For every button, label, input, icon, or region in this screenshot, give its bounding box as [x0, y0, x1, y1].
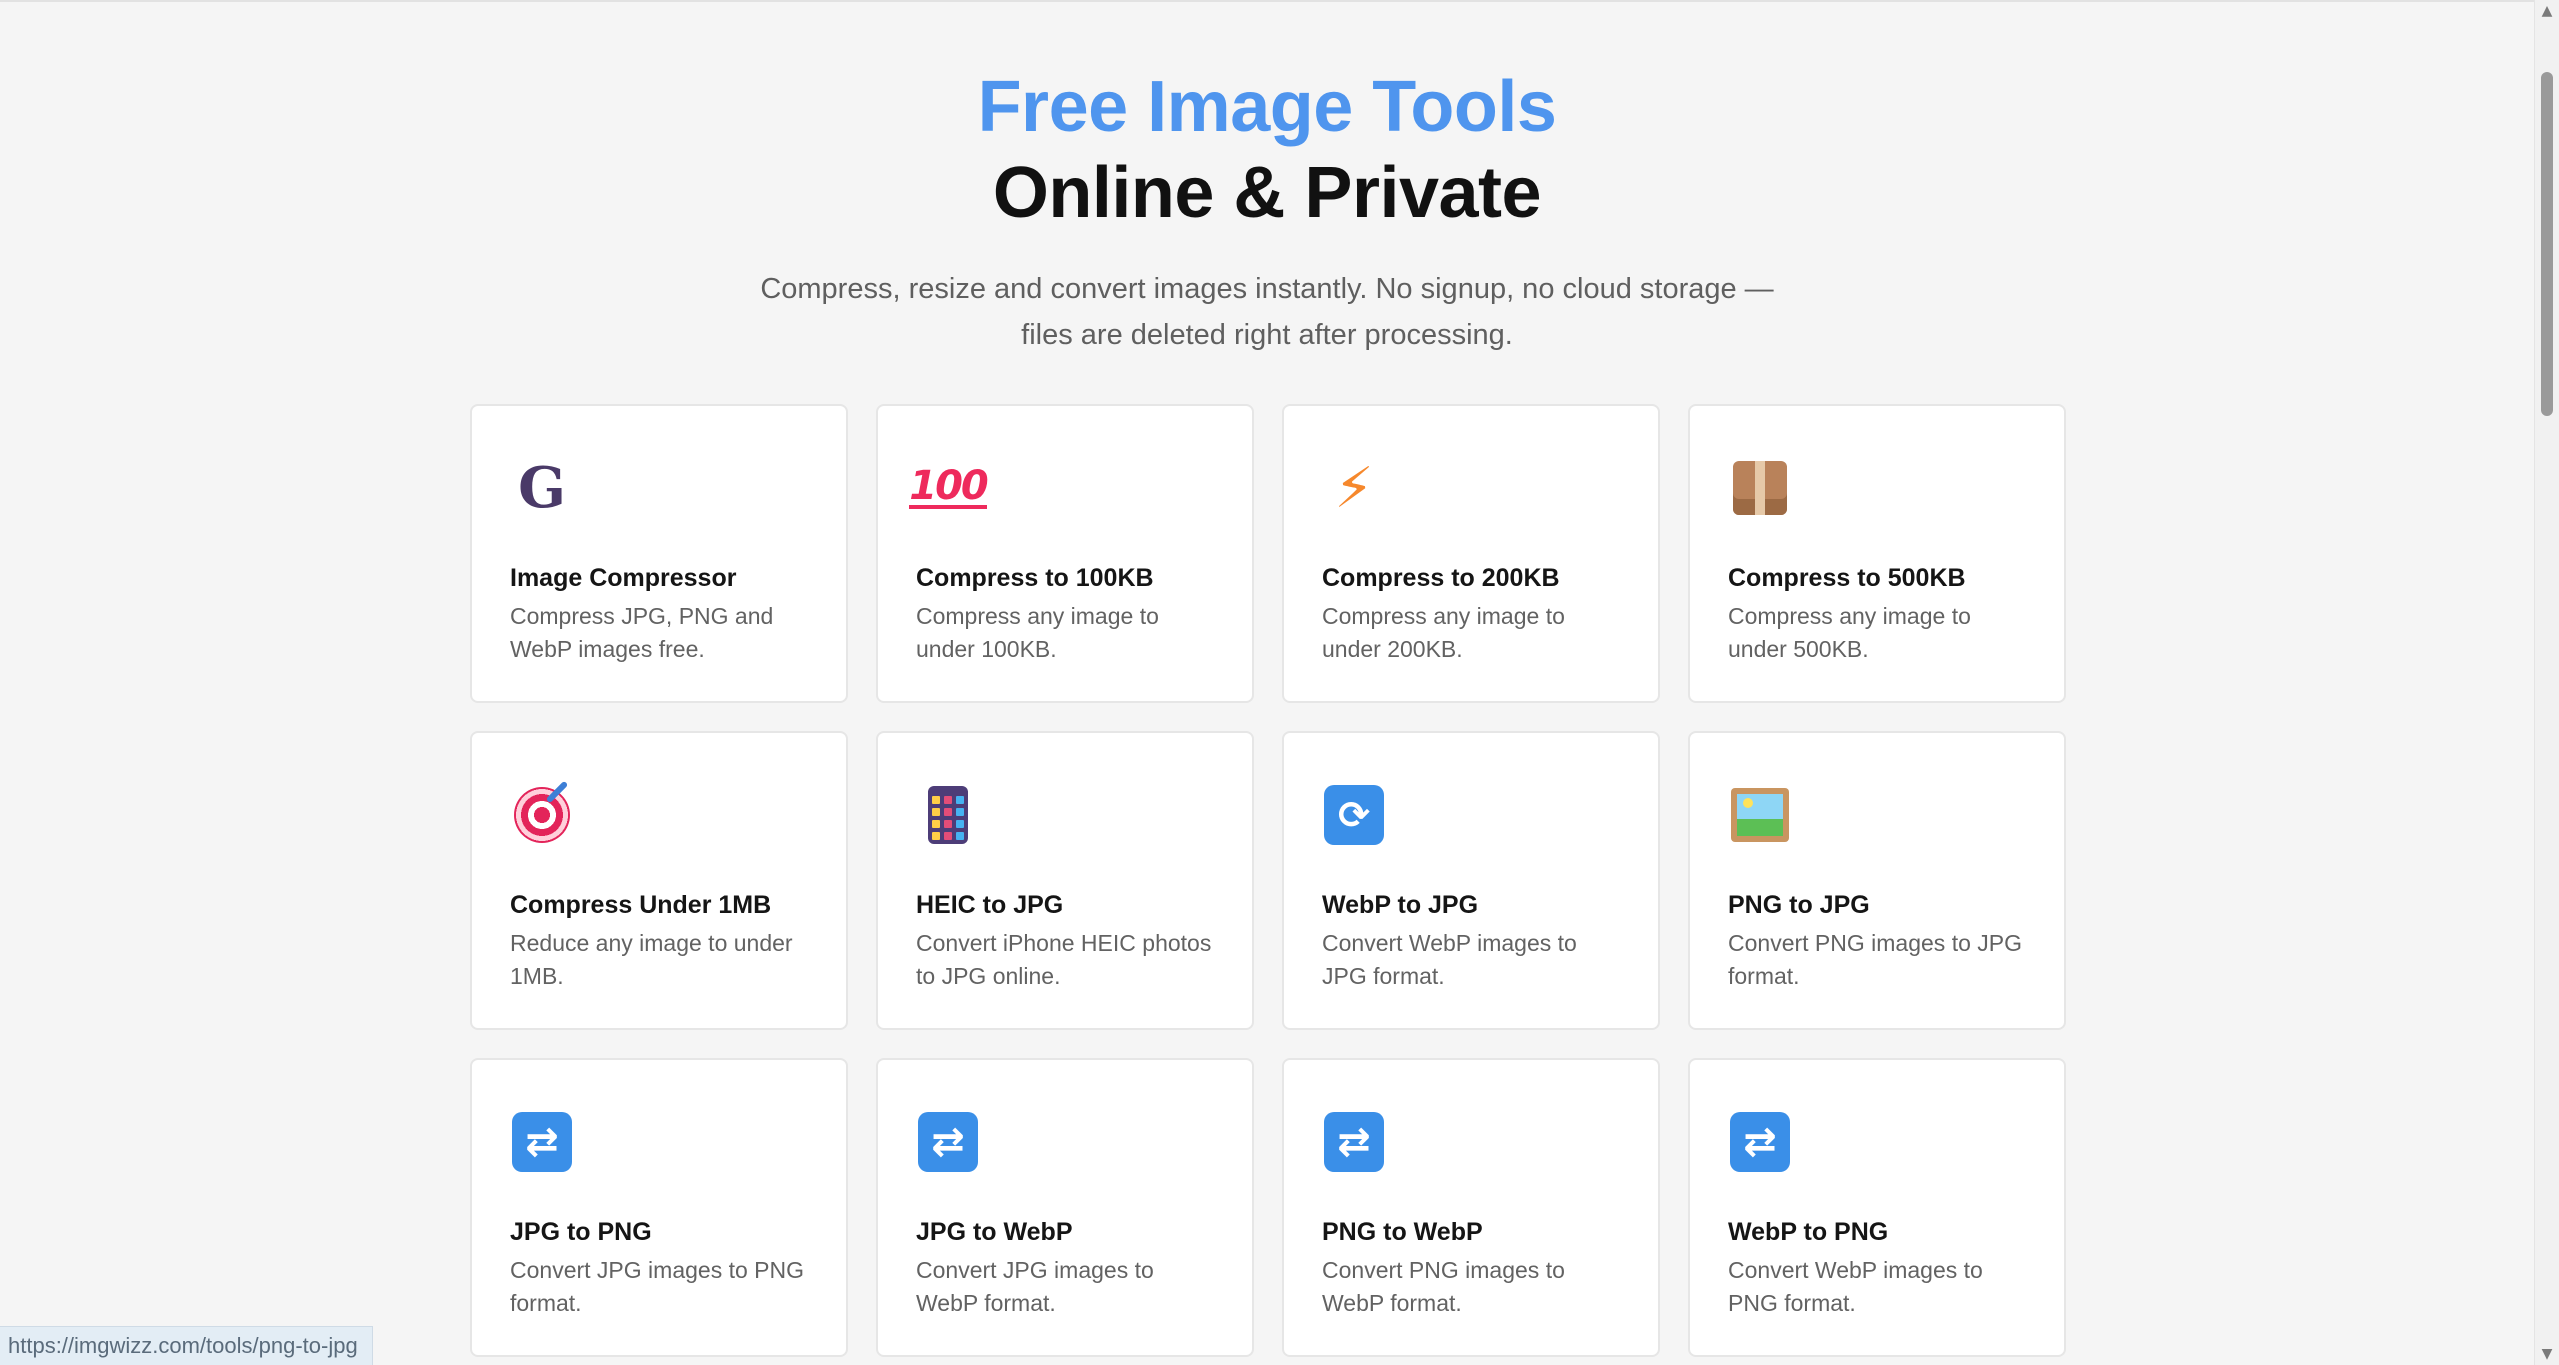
tool-card-image-compressor[interactable]: G Image Compressor Compress JPG, PNG and…: [470, 404, 848, 703]
tool-card-description: Convert JPG images to PNG format.: [510, 1257, 804, 1316]
lightning-icon: ⚡: [1322, 455, 1386, 521]
shuffle-icon: ⇄: [510, 1110, 574, 1174]
tool-card-description: Convert WebP images to PNG format.: [1728, 1257, 1983, 1316]
shuffle-icon: ⇄: [1728, 1110, 1792, 1174]
tool-card-description: Compress any image to under 200KB.: [1322, 603, 1565, 662]
tool-card-description: Convert PNG images to JPG format.: [1728, 930, 2022, 989]
tool-card-jpg-to-webp[interactable]: ⇄ JPG to WebP Convert JPG images to WebP…: [876, 1058, 1254, 1357]
hero-subtitle: Compress, resize and convert images inst…: [707, 266, 1827, 358]
tool-card-description: Convert JPG images to WebP format.: [916, 1257, 1154, 1316]
refresh-icon: ⟳: [1322, 783, 1386, 847]
shuffle-icon: ⇄: [1322, 1110, 1386, 1174]
hero-title: Online & Private: [992, 153, 1542, 233]
tool-card-compress-under-1mb[interactable]: Compress Under 1MB Reduce any image to u…: [470, 731, 848, 1030]
tool-card-title: Compress to 200KB: [1322, 564, 1560, 592]
tool-card-title: Compress to 100KB: [916, 564, 1154, 592]
framed-picture-icon: [1728, 783, 1792, 847]
target-icon: [510, 783, 574, 847]
shuffle-icon: ⇄: [916, 1110, 980, 1174]
tools-grid: G Image Compressor Compress JPG, PNG and…: [470, 404, 2068, 1357]
tool-card-title: WebP to JPG: [1322, 891, 1479, 919]
tool-card-title: JPG to WebP: [916, 1218, 1073, 1246]
tool-card-title: PNG to WebP: [1322, 1218, 1483, 1246]
lightning-glyph: ⚡: [1334, 455, 1374, 521]
tool-card-description: Convert PNG images to WebP format.: [1322, 1257, 1565, 1316]
tool-card-description: Reduce any image to under 1MB.: [510, 930, 793, 989]
hero-title-highlight: Free Image Tools: [977, 67, 1557, 147]
tool-card-description: Convert WebP images to JPG format.: [1322, 930, 1577, 989]
hundred-points-icon: 100: [909, 456, 989, 520]
tool-card-compress-100kb[interactable]: 100 Compress to 100KB Compress any image…: [876, 404, 1254, 703]
clamp-glyph: G: [518, 455, 566, 521]
tool-card-title: PNG to JPG: [1728, 891, 1870, 919]
tool-card-compress-200kb[interactable]: ⚡ Compress to 200KB Compress any image t…: [1282, 404, 1660, 703]
tool-card-description: Compress any image to under 100KB.: [916, 603, 1159, 662]
target-shape: [514, 787, 570, 843]
tool-card-description: Compress any image to under 500KB.: [1728, 603, 1971, 662]
tool-card-title: WebP to PNG: [1728, 1218, 1889, 1246]
refresh-glyph: ⟳: [1324, 785, 1384, 845]
tool-card-compress-500kb[interactable]: Compress to 500KB Compress any image to …: [1688, 404, 2066, 703]
tool-card-description: Convert iPhone HEIC photos to JPG online…: [916, 930, 1212, 989]
scroll-up-arrow-icon[interactable]: ▲: [2540, 4, 2554, 18]
hero-subtitle-line-1: Compress, resize and convert images inst…: [760, 273, 1774, 305]
framed-picture-shape: [1731, 788, 1789, 842]
tool-card-title: Compress Under 1MB: [510, 891, 772, 919]
hundred-glyph: 100: [909, 463, 989, 509]
clamp-icon: G: [510, 455, 574, 521]
shuffle-glyph: ⇄: [918, 1112, 978, 1172]
tool-card-webp-to-png[interactable]: ⇄ WebP to PNG Convert WebP images to PNG…: [1688, 1058, 2066, 1357]
hero-subtitle-line-2: files are deleted right after processing…: [1021, 319, 1513, 351]
tool-card-webp-to-jpg[interactable]: ⟳ WebP to JPG Convert WebP images to JPG…: [1282, 731, 1660, 1030]
tool-card-title: Image Compressor: [510, 564, 737, 592]
package-icon: [1728, 456, 1792, 520]
tool-card-png-to-jpg[interactable]: PNG to JPG Convert PNG images to JPG for…: [1688, 731, 2066, 1030]
tool-card-png-to-webp[interactable]: ⇄ PNG to WebP Convert PNG images to WebP…: [1282, 1058, 1660, 1357]
shuffle-glyph: ⇄: [1730, 1112, 1790, 1172]
shuffle-glyph: ⇄: [1324, 1112, 1384, 1172]
shuffle-glyph: ⇄: [512, 1112, 572, 1172]
tool-card-title: HEIC to JPG: [916, 891, 1064, 919]
tool-card-title: JPG to PNG: [510, 1218, 652, 1246]
package-shape: [1733, 461, 1787, 515]
scrollbar-thumb[interactable]: [2541, 72, 2553, 416]
tool-card-description: Compress JPG, PNG and WebP images free.: [510, 603, 774, 662]
tool-card-heic-to-jpg[interactable]: HEIC to JPG Convert iPhone HEIC photos t…: [876, 731, 1254, 1030]
page-content: Free Image Tools Online & Private Compre…: [0, 0, 2534, 1365]
link-status-bar: https://imgwizz.com/tools/png-to-jpg: [0, 1326, 373, 1365]
vertical-scrollbar[interactable]: ▲ ▼: [2534, 0, 2559, 1365]
tool-card-jpg-to-png[interactable]: ⇄ JPG to PNG Convert JPG images to PNG f…: [470, 1058, 848, 1357]
hero-section: Free Image Tools Online & Private Compre…: [0, 62, 2534, 358]
calculator-icon: [916, 783, 980, 847]
calculator-shape: [928, 786, 968, 844]
tool-card-title: Compress to 500KB: [1728, 564, 1966, 592]
scroll-down-arrow-icon[interactable]: ▼: [2540, 1347, 2554, 1361]
